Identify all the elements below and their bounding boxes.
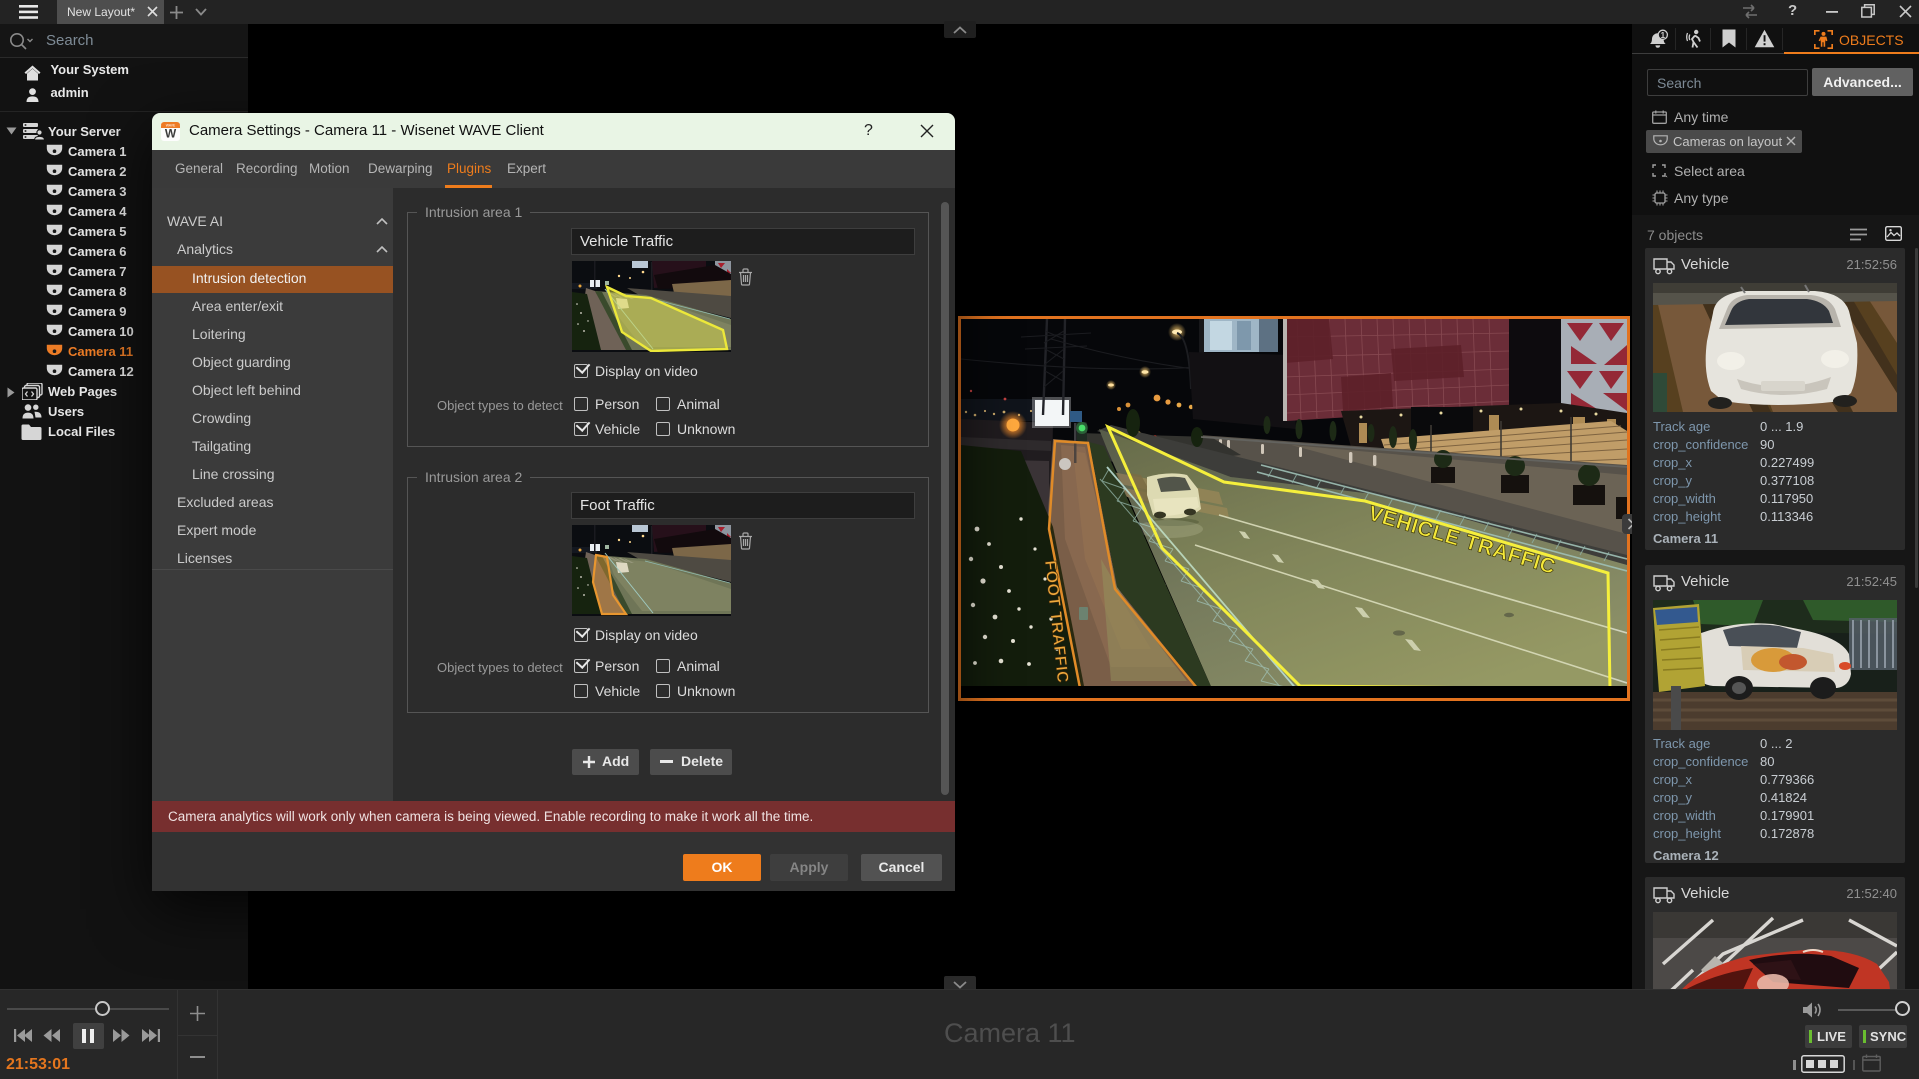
svg-text:W: W [165, 127, 177, 141]
svg-text:WAVE: WAVE [166, 124, 176, 128]
svg-text:1: 1 [1661, 31, 1666, 40]
